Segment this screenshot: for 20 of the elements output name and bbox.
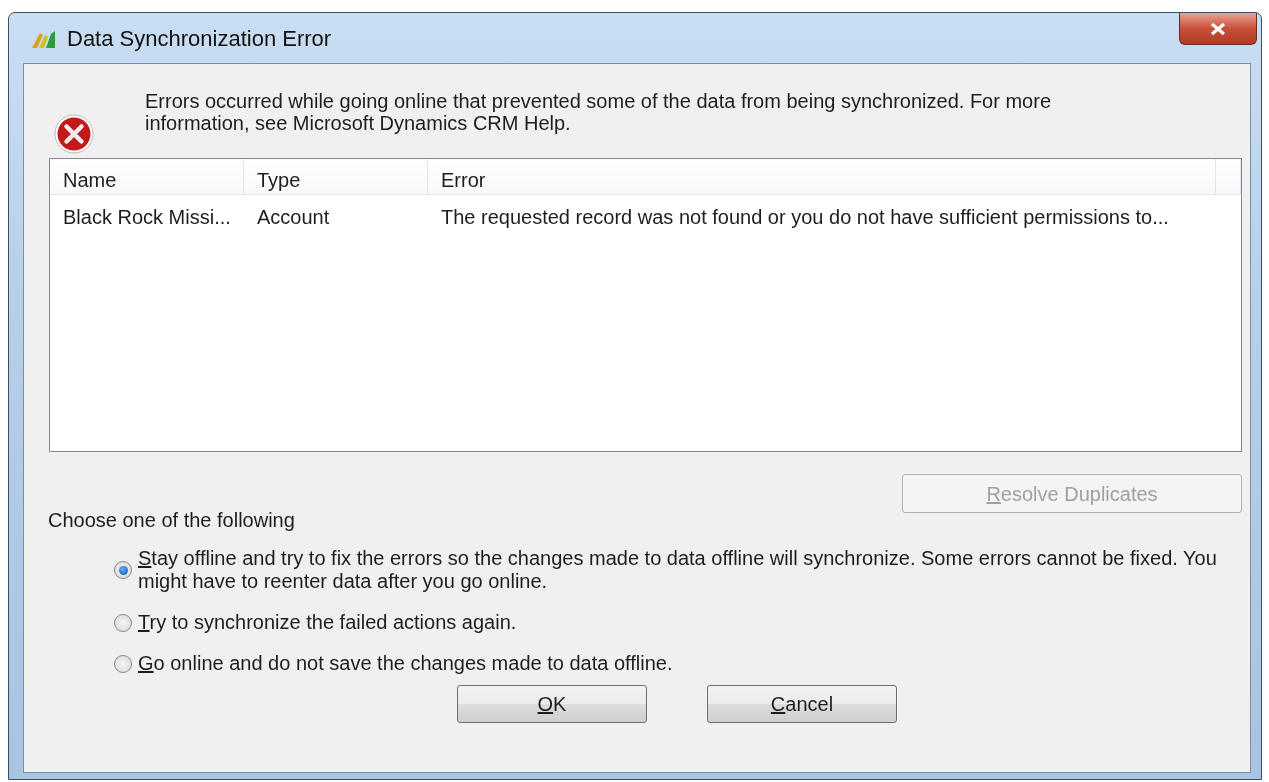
column-header[interactable]: Type — [244, 159, 428, 194]
column-header[interactable]: Error — [428, 159, 1216, 194]
window-title: Data Synchronization Error — [67, 24, 332, 53]
option-label[interactable]: Go online and do not save the changes made to data offline. — [138, 652, 673, 675]
error-icon — [54, 114, 94, 154]
radio-button[interactable] — [114, 561, 132, 579]
table-cell-text: Black Rock Missi... — [62, 205, 232, 230]
close-button[interactable] — [1179, 13, 1257, 45]
close-icon — [1209, 21, 1227, 36]
table-cell-text: Account — [256, 205, 331, 230]
cancel-button[interactable]: Cancel — [707, 685, 897, 723]
radio-button[interactable] — [114, 654, 132, 673]
option-label[interactable]: Try to synchronize the failed actions again. — [138, 611, 517, 634]
option-label[interactable]: Stay offline and try to fix the errors so the changes made to data offline will synchronize. Some errors cannot be fixed. You might have to reenter data after you go online. — [138, 547, 1242, 593]
column-header[interactable]: Name — [50, 159, 244, 194]
ok-button[interactable]: OK — [457, 685, 647, 723]
error-message: Errors occurred while going online that prevented some of the data from being synchronized. For more information, see Microsoft Dynamics CRM Help. — [145, 90, 1053, 134]
choice-prompt: Choose one of the following — [48, 508, 296, 533]
radio-button[interactable] — [114, 613, 132, 632]
table-cell-text: The requested record was not found or you do not have sufficient permissions to... — [440, 205, 1170, 230]
